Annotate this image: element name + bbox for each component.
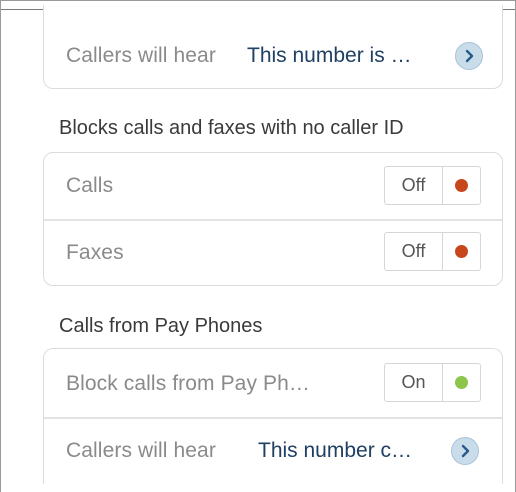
status-dot-icon	[455, 245, 468, 258]
faxes-row: Faxes Off	[44, 220, 502, 286]
no-caller-id-header: Blocks calls and faxes with no caller ID	[59, 117, 404, 139]
callers-hear-row[interactable]: Callers will hear This number is …	[44, 23, 502, 89]
block-pay-phones-toggle[interactable]: On	[384, 363, 481, 402]
calls-row: Calls Off	[44, 153, 502, 219]
callers-hear-label: Callers will hear	[66, 44, 216, 67]
faxes-toggle[interactable]: Off	[384, 232, 481, 271]
status-dot-icon	[455, 179, 468, 192]
pay-callers-hear-label: Callers will hear	[66, 439, 216, 462]
block-pay-phones-label: Block calls from Pay Ph…	[66, 372, 310, 395]
block-pay-phones-row: Block calls from Pay Ph… On	[44, 351, 502, 417]
calls-toggle-state: Off	[385, 167, 443, 204]
faxes-toggle-state: Off	[385, 233, 443, 270]
pay-phones-header: Calls from Pay Phones	[59, 315, 263, 337]
callers-hear-card: Callers will hear This number is …	[43, 5, 503, 89]
pay-callers-hear-value: This number c…	[258, 439, 413, 462]
calls-label: Calls	[66, 174, 114, 197]
callers-hear-value: This number is …	[247, 44, 412, 67]
calls-toggle[interactable]: Off	[384, 166, 481, 205]
chevron-right-icon[interactable]	[451, 437, 479, 465]
status-dot-icon	[455, 376, 468, 389]
pay-phones-card: Block calls from Pay Ph… On Callers will…	[43, 348, 503, 484]
settings-panel: Callers will hear This number is … Block…	[0, 0, 516, 492]
pay-callers-hear-row[interactable]: Callers will hear This number c…	[44, 418, 502, 484]
chevron-right-icon[interactable]	[455, 42, 483, 70]
no-caller-id-card: Calls Off Faxes Off	[43, 152, 503, 286]
faxes-label: Faxes	[66, 241, 124, 264]
block-pay-phones-toggle-state: On	[385, 364, 443, 401]
